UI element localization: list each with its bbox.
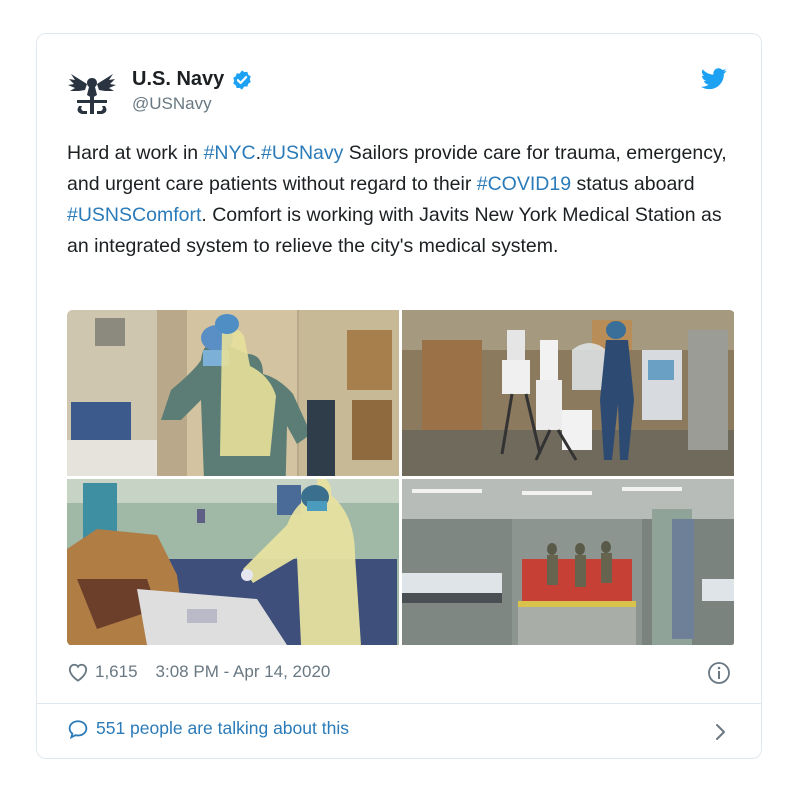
navy-eagle-emblem-icon[interactable] xyxy=(67,70,117,116)
hashtag-covid19[interactable]: #COVID19 xyxy=(477,173,571,195)
photo-ship-ward-corridor[interactable] xyxy=(402,479,734,645)
conversation-link[interactable]: 551 people are talking about this xyxy=(67,718,349,739)
author-handle[interactable]: @USNavy xyxy=(132,94,212,114)
tweet-text-segment: Hard at work in xyxy=(67,142,204,164)
photo-medical-equipment-room[interactable] xyxy=(402,310,734,476)
tweet-meta: 1,615 3:08 PM - Apr 14, 2020 xyxy=(67,662,330,682)
like-count[interactable]: 1,615 xyxy=(95,662,138,682)
tweet-text-segment: status aboard xyxy=(571,173,695,195)
speech-bubble-icon xyxy=(68,719,88,739)
divider xyxy=(37,703,761,704)
photo-sailors-donning-ppe[interactable] xyxy=(67,310,399,476)
chevron-right-icon[interactable] xyxy=(715,723,727,741)
hashtag-usnscomfort[interactable]: #USNSComfort xyxy=(67,204,201,226)
info-icon[interactable] xyxy=(707,661,731,685)
author-name[interactable]: U.S. Navy xyxy=(132,68,224,91)
conversation-count-label[interactable]: 551 people are talking about this xyxy=(96,718,349,739)
tweet-timestamp[interactable]: 3:08 PM - Apr 14, 2020 xyxy=(156,662,331,682)
photo-sailor-in-gown-at-counter[interactable] xyxy=(67,479,399,645)
heart-icon[interactable] xyxy=(67,662,89,682)
twitter-bird-icon[interactable] xyxy=(701,68,727,90)
hashtag-nyc[interactable]: #NYC xyxy=(204,142,256,164)
hashtag-usnavy[interactable]: #USNavy xyxy=(261,142,343,164)
tweet-card[interactable]: U.S. Navy @USNavy Hard at work in #NYC.#… xyxy=(36,33,762,759)
media-grid xyxy=(67,310,735,646)
tweet-text: Hard at work in #NYC.#USNavy Sailors pro… xyxy=(67,138,737,262)
verified-badge-icon xyxy=(233,69,251,90)
